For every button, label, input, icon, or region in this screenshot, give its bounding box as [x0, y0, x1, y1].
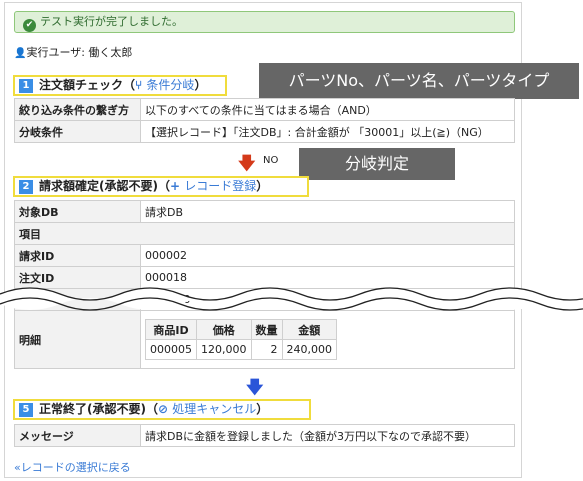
step-title: 注文額チェック [39, 78, 124, 92]
row-key: 請求ID [14, 244, 141, 267]
row-key: 明細 [14, 310, 141, 369]
success-text: テスト実行が完了しました。 [40, 15, 183, 28]
callout-parts-info: パーツNo、パーツ名、パーツタイプ [259, 63, 579, 99]
row-value: 以下のすべての条件に当てはまる場合（AND） [140, 98, 515, 121]
callout-branch-judgement: 分岐判定 [299, 148, 455, 180]
table-row: 分岐条件 【選択レコード】「注文DB」: 合計金額が 「30001」以上(≧)（… [14, 120, 515, 143]
table-row: 項目 [14, 222, 515, 245]
table-row: 絞り込み条件の繋ぎ方 以下のすべての条件に当てはまる場合（AND） [14, 98, 515, 121]
paren-close: ） [256, 179, 269, 193]
step-5-header: 5 正常終了(承認不要)（⊘ 処理キャンセル） [13, 399, 311, 420]
row-value: 000002 [140, 244, 515, 267]
step-type-link[interactable]: 処理キャンセル [172, 402, 256, 416]
paren-close: ） [194, 78, 207, 92]
back-to-record-selection-link[interactable]: «レコードの選択に戻る [14, 459, 131, 475]
detail-cell: 000005 [145, 339, 197, 360]
paren-open: （ [123, 78, 136, 92]
branch-result: NO [263, 155, 279, 166]
row-value: 請求DBに金額を登録しました（金額が3万円以下なので承認不要） [140, 424, 515, 447]
branch-icon: ⑂ [135, 78, 143, 92]
column-header: 数量 [250, 319, 283, 340]
step-number-badge: 1 [19, 79, 33, 93]
row-value: 商品ID 価格 数量 金額 000005 120,000 2 240,000 [140, 310, 515, 369]
detail-header-row: 商品ID 価格 数量 金額 [145, 319, 337, 340]
column-header: 商品ID [145, 319, 197, 340]
step-1-table: 絞り込み条件の繋ぎ方 以下のすべての条件に当てはまる場合（AND） 分岐条件 【… [14, 98, 515, 143]
step-number-badge: 2 [19, 180, 33, 194]
paren-close: ） [256, 402, 269, 416]
detail-cell: 2 [250, 339, 283, 360]
table-row: 請求ID 000002 [14, 244, 515, 267]
success-banner: ✔ テスト実行が完了しました。 [14, 11, 515, 33]
paren-open: （ [145, 402, 158, 416]
step-title: 正常終了(承認不要) [39, 402, 146, 416]
detail-cell: 240,000 [281, 339, 337, 360]
row-key: 対象DB [14, 200, 141, 223]
row-key: 分岐条件 [14, 120, 141, 143]
step-1-header: 1 注文額チェック（⑂ 条件分岐） [13, 75, 227, 96]
step-number-badge: 5 [19, 403, 33, 417]
cancel-icon: ⊘ [158, 402, 169, 416]
row-key: 項目 [14, 222, 141, 245]
table-row: 対象DB 請求DB [14, 200, 515, 223]
detail-row: 000005 120,000 2 240,000 [145, 339, 337, 360]
column-header: 価格 [196, 319, 252, 340]
row-key: メッセージ [14, 424, 141, 447]
paren-open: （ [157, 179, 170, 193]
plus-icon: + [170, 179, 181, 193]
row-value [140, 222, 515, 245]
detail-table: 商品ID 価格 数量 金額 000005 120,000 2 240,000 [145, 319, 337, 360]
row-value: 【選択レコード】「注文DB」: 合計金額が 「30001」以上(≧)（NG） [140, 120, 515, 143]
detail-cell: 120,000 [196, 339, 252, 360]
step-2-header: 2 請求額確定(承認不要)（+ レコード登録） [13, 176, 309, 197]
step-type-link[interactable]: レコード登録 [184, 179, 256, 193]
user-label: 実行ユーザ: 働く太郎 [26, 46, 133, 59]
omission-wave [0, 287, 583, 311]
user-icon: 👤 [14, 48, 27, 59]
column-header: 金額 [281, 319, 337, 340]
table-row: メッセージ 請求DBに金額を登録しました（金額が3万円以下なので承認不要） [14, 424, 515, 447]
step-5-table: メッセージ 請求DBに金額を登録しました（金額が3万円以下なので承認不要） [14, 424, 515, 447]
check-circle-icon: ✔ [23, 19, 36, 32]
row-key: 絞り込み条件の繋ぎ方 [14, 98, 141, 121]
executing-user: 👤実行ユーザ: 働く太郎 [14, 44, 132, 60]
row-value: 請求DB [140, 200, 515, 223]
step-title: 請求額確定(承認不要) [39, 179, 158, 193]
table-row: 明細 商品ID 価格 数量 金額 000005 120,000 2 240,00… [14, 310, 515, 369]
step-type-link[interactable]: 条件分岐 [146, 78, 194, 92]
